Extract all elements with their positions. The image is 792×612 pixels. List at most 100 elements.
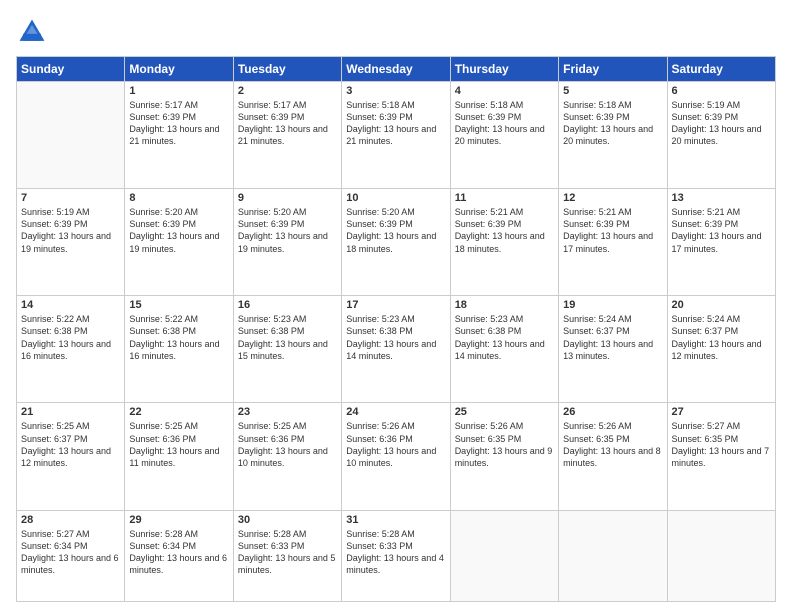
day-number: 7: [21, 192, 120, 204]
calendar-cell: 8Sunrise: 5:20 AM Sunset: 6:39 PM Daylig…: [125, 189, 233, 296]
day-number: 3: [346, 85, 445, 97]
day-info: Sunrise: 5:17 AM Sunset: 6:39 PM Dayligh…: [129, 99, 228, 148]
day-number: 25: [455, 406, 554, 418]
week-row-4: 21 Sunrise: 5:25 AM Sunset: 6:37 PM Dayli…: [17, 403, 776, 510]
header: [16, 16, 776, 48]
day-number: 5: [563, 85, 662, 97]
week-row-2: 7 Sunrise: 5:19 AM Sunset: 6:39 PM Daylig…: [17, 189, 776, 296]
day-info: Sunrise: 5:21 AM Sunset: 6:39 PM Dayligh…: [563, 206, 662, 255]
day-number: 10: [346, 192, 445, 204]
calendar-cell: 13 Sunrise: 5:21 AM Sunset: 6:39 PM Dayli…: [667, 189, 775, 296]
logo: [16, 16, 52, 48]
week-row-1: 1 Sunrise: 5:17 AM Sunset: 6:39 PM Daylig…: [17, 82, 776, 189]
day-info: Sunrise: 5:28 AM Sunset: 6:33 PM Dayligh…: [238, 528, 337, 577]
week-row-3: 14 Sunrise: 5:22 AM Sunset: 6:38 PM Dayli…: [17, 296, 776, 403]
day-number: 31: [346, 514, 445, 526]
day-info: Sunrise: 5:24 AM Sunset: 6:37 PM Dayligh…: [672, 313, 771, 362]
calendar-cell: 9 Sunrise: 5:20 AM Sunset: 6:39 PM Daylig…: [233, 189, 341, 296]
day-info: Sunrise: 5:24 AM Sunset: 6:37 PM Dayligh…: [563, 313, 662, 362]
calendar-cell: 26Sunrise: 5:26 AM Sunset: 6:35 PM Dayli…: [559, 403, 667, 510]
day-number: 21: [21, 406, 120, 418]
day-number: 11: [455, 192, 554, 204]
day-number: 1: [129, 85, 228, 97]
calendar-cell: 12 Sunrise: 5:21 AM Sunset: 6:39 PM Dayli…: [559, 189, 667, 296]
day-info: Sunrise: 5:25 AM Sunset: 6:36 PM Dayligh…: [238, 420, 337, 469]
day-info: Sunrise: 5:28 AM Sunset: 6:34 PM Dayligh…: [129, 528, 228, 577]
day-info: Sunrise: 5:26 AM Sunset: 6:36 PM Dayligh…: [346, 420, 445, 469]
day-info: Sunrise: 5:21 AM Sunset: 6:39 PM Dayligh…: [672, 206, 771, 255]
calendar-table: SundayMondayTuesdayWednesdayThursdayFrid…: [16, 56, 776, 602]
calendar-cell: 14 Sunrise: 5:22 AM Sunset: 6:38 PM Dayli…: [17, 296, 125, 403]
calendar-cell: 22 Sunrise: 5:25 AM Sunset: 6:36 PM Dayli…: [125, 403, 233, 510]
day-number: 18: [455, 299, 554, 311]
calendar-cell: 29Sunrise: 5:28 AM Sunset: 6:34 PM Dayli…: [125, 510, 233, 602]
calendar-cell: 27 Sunrise: 5:27 AM Sunset: 6:35 PM Dayli…: [667, 403, 775, 510]
day-info: Sunrise: 5:19 AM Sunset: 6:39 PM Dayligh…: [672, 99, 771, 148]
calendar-cell: 28 Sunrise: 5:27 AM Sunset: 6:34 PM Dayli…: [17, 510, 125, 602]
day-number: 2: [238, 85, 337, 97]
weekday-header-saturday: Saturday: [667, 57, 775, 82]
week-row-5: 28 Sunrise: 5:27 AM Sunset: 6:34 PM Dayli…: [17, 510, 776, 602]
calendar-cell: 6 Sunrise: 5:19 AM Sunset: 6:39 PM Daylig…: [667, 82, 775, 189]
calendar-cell: 23Sunrise: 5:25 AM Sunset: 6:36 PM Dayli…: [233, 403, 341, 510]
day-info: Sunrise: 5:23 AM Sunset: 6:38 PM Dayligh…: [455, 313, 554, 362]
day-number: 17: [346, 299, 445, 311]
day-info: Sunrise: 5:22 AM Sunset: 6:38 PM Dayligh…: [129, 313, 228, 362]
day-info: Sunrise: 5:21 AM Sunset: 6:39 PM Dayligh…: [455, 206, 554, 255]
day-info: Sunrise: 5:28 AM Sunset: 6:33 PM Dayligh…: [346, 528, 445, 577]
calendar-cell: 4Sunrise: 5:18 AM Sunset: 6:39 PM Daylig…: [450, 82, 558, 189]
day-info: Sunrise: 5:20 AM Sunset: 6:39 PM Dayligh…: [129, 206, 228, 255]
day-number: 22: [129, 406, 228, 418]
weekday-header-monday: Monday: [125, 57, 233, 82]
day-info: Sunrise: 5:20 AM Sunset: 6:39 PM Dayligh…: [346, 206, 445, 255]
calendar-cell: 16 Sunrise: 5:23 AM Sunset: 6:38 PM Dayli…: [233, 296, 341, 403]
day-number: 16: [238, 299, 337, 311]
day-info: Sunrise: 5:27 AM Sunset: 6:35 PM Dayligh…: [672, 420, 771, 469]
calendar-cell: 20 Sunrise: 5:24 AM Sunset: 6:37 PM Dayli…: [667, 296, 775, 403]
calendar-cell: 25 Sunrise: 5:26 AM Sunset: 6:35 PM Dayli…: [450, 403, 558, 510]
calendar-cell: 18 Sunrise: 5:23 AM Sunset: 6:38 PM Dayli…: [450, 296, 558, 403]
calendar-cell: 15 Sunrise: 5:22 AM Sunset: 6:38 PM Dayli…: [125, 296, 233, 403]
calendar-cell: 31 Sunrise: 5:28 AM Sunset: 6:33 PM Dayli…: [342, 510, 450, 602]
calendar-cell: [450, 510, 558, 602]
day-number: 6: [672, 85, 771, 97]
calendar-cell: 11 Sunrise: 5:21 AM Sunset: 6:39 PM Dayli…: [450, 189, 558, 296]
day-info: Sunrise: 5:18 AM Sunset: 6:39 PM Dayligh…: [346, 99, 445, 148]
day-number: 27: [672, 406, 771, 418]
day-info: Sunrise: 5:26 AM Sunset: 6:35 PM Dayligh…: [455, 420, 554, 469]
day-number: 9: [238, 192, 337, 204]
weekday-header-friday: Friday: [559, 57, 667, 82]
calendar-cell: 2Sunrise: 5:17 AM Sunset: 6:39 PM Daylig…: [233, 82, 341, 189]
calendar-cell: 21 Sunrise: 5:25 AM Sunset: 6:37 PM Dayli…: [17, 403, 125, 510]
logo-icon: [16, 16, 48, 48]
day-number: 14: [21, 299, 120, 311]
day-info: Sunrise: 5:25 AM Sunset: 6:37 PM Dayligh…: [21, 420, 120, 469]
day-info: Sunrise: 5:20 AM Sunset: 6:39 PM Dayligh…: [238, 206, 337, 255]
day-number: 28: [21, 514, 120, 526]
day-number: 26: [563, 406, 662, 418]
calendar-cell: 7 Sunrise: 5:19 AM Sunset: 6:39 PM Daylig…: [17, 189, 125, 296]
day-number: 15: [129, 299, 228, 311]
calendar-cell: 24Sunrise: 5:26 AM Sunset: 6:36 PM Dayli…: [342, 403, 450, 510]
day-info: Sunrise: 5:25 AM Sunset: 6:36 PM Dayligh…: [129, 420, 228, 469]
day-info: Sunrise: 5:19 AM Sunset: 6:39 PM Dayligh…: [21, 206, 120, 255]
day-number: 19: [563, 299, 662, 311]
day-number: 30: [238, 514, 337, 526]
day-number: 20: [672, 299, 771, 311]
weekday-header-thursday: Thursday: [450, 57, 558, 82]
day-info: Sunrise: 5:22 AM Sunset: 6:38 PM Dayligh…: [21, 313, 120, 362]
calendar-cell: 10 Sunrise: 5:20 AM Sunset: 6:39 PM Dayli…: [342, 189, 450, 296]
weekday-header-sunday: Sunday: [17, 57, 125, 82]
calendar-cell: 30 Sunrise: 5:28 AM Sunset: 6:33 PM Dayli…: [233, 510, 341, 602]
calendar-cell: [667, 510, 775, 602]
day-number: 13: [672, 192, 771, 204]
calendar-cell: 5Sunrise: 5:18 AM Sunset: 6:39 PM Daylig…: [559, 82, 667, 189]
weekday-header-row: SundayMondayTuesdayWednesdayThursdayFrid…: [17, 57, 776, 82]
day-info: Sunrise: 5:27 AM Sunset: 6:34 PM Dayligh…: [21, 528, 120, 577]
calendar-cell: [17, 82, 125, 189]
day-number: 12: [563, 192, 662, 204]
day-info: Sunrise: 5:23 AM Sunset: 6:38 PM Dayligh…: [346, 313, 445, 362]
day-info: Sunrise: 5:23 AM Sunset: 6:38 PM Dayligh…: [238, 313, 337, 362]
day-number: 4: [455, 85, 554, 97]
page: SundayMondayTuesdayWednesdayThursdayFrid…: [0, 0, 792, 612]
